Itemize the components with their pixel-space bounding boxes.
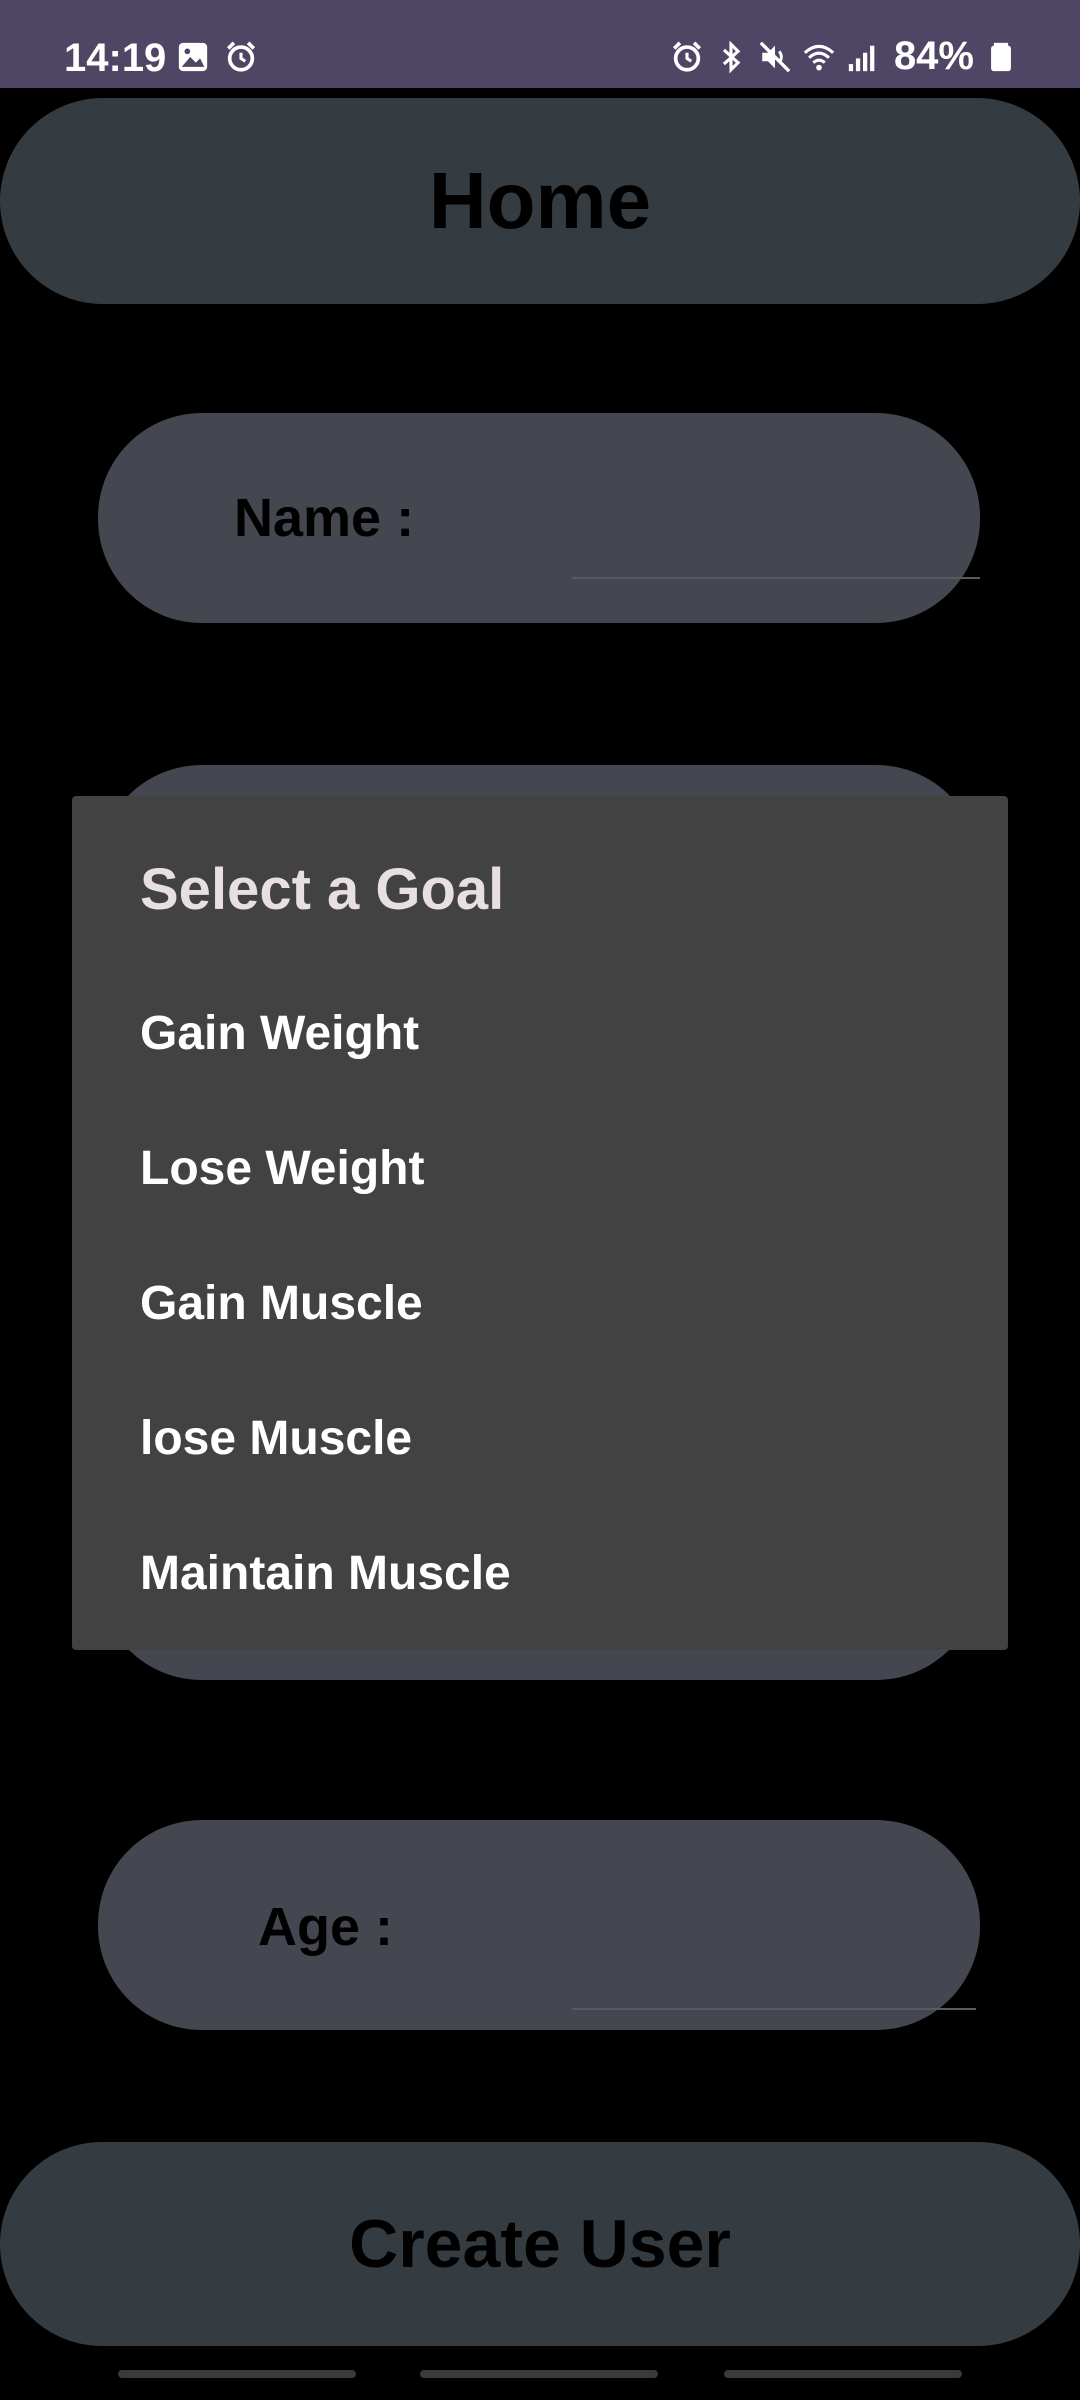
alarm-clock-icon (224, 40, 258, 74)
bluetooth-icon (714, 39, 748, 74)
goal-option-gain-weight[interactable]: Gain Weight (72, 966, 1008, 1101)
age-field-container: Age : (98, 1820, 980, 2030)
page-title: Home (428, 156, 652, 245)
nav-back-handle[interactable] (724, 2370, 962, 2378)
age-input[interactable] (572, 1916, 976, 2010)
navigation-bar (0, 2370, 1080, 2382)
battery-icon (984, 40, 1018, 74)
goal-option-maintain-muscle[interactable]: Maintain Muscle (72, 1506, 1008, 1641)
goal-option-lose-muscle[interactable]: lose Muscle (72, 1371, 1008, 1506)
age-label: Age : (258, 1897, 393, 1957)
nav-home-handle[interactable] (420, 2370, 658, 2378)
status-right-icons: 84% (670, 34, 1018, 79)
create-user-label: Create User (349, 2206, 731, 2282)
name-field-container: Name : (98, 413, 980, 623)
select-goal-dialog: Select a Goal Gain Weight Lose Weight Ga… (72, 796, 1008, 1650)
status-bar: 14:19 84% (0, 0, 1080, 88)
nav-recents-handle[interactable] (118, 2370, 356, 2378)
create-user-button[interactable]: Create User (0, 2142, 1080, 2346)
name-label: Name : (234, 488, 415, 548)
image-icon (176, 40, 210, 74)
goal-option-gain-muscle[interactable]: Gain Muscle (72, 1236, 1008, 1371)
goal-options-list: Gain Weight Lose Weight Gain Muscle lose… (72, 966, 1008, 1641)
goal-option-lose-weight[interactable]: Lose Weight (72, 1101, 1008, 1236)
header: Home (0, 98, 1080, 304)
status-left-icons (176, 40, 258, 74)
dialog-title: Select a Goal (140, 857, 505, 922)
signal-icon (846, 40, 880, 74)
mute-icon (758, 40, 792, 74)
wifi-icon (802, 40, 836, 74)
battery-percentage: 84% (893, 34, 974, 78)
status-time: 14:19 (64, 36, 167, 80)
name-input[interactable] (572, 485, 980, 579)
alarm-icon (670, 40, 704, 74)
